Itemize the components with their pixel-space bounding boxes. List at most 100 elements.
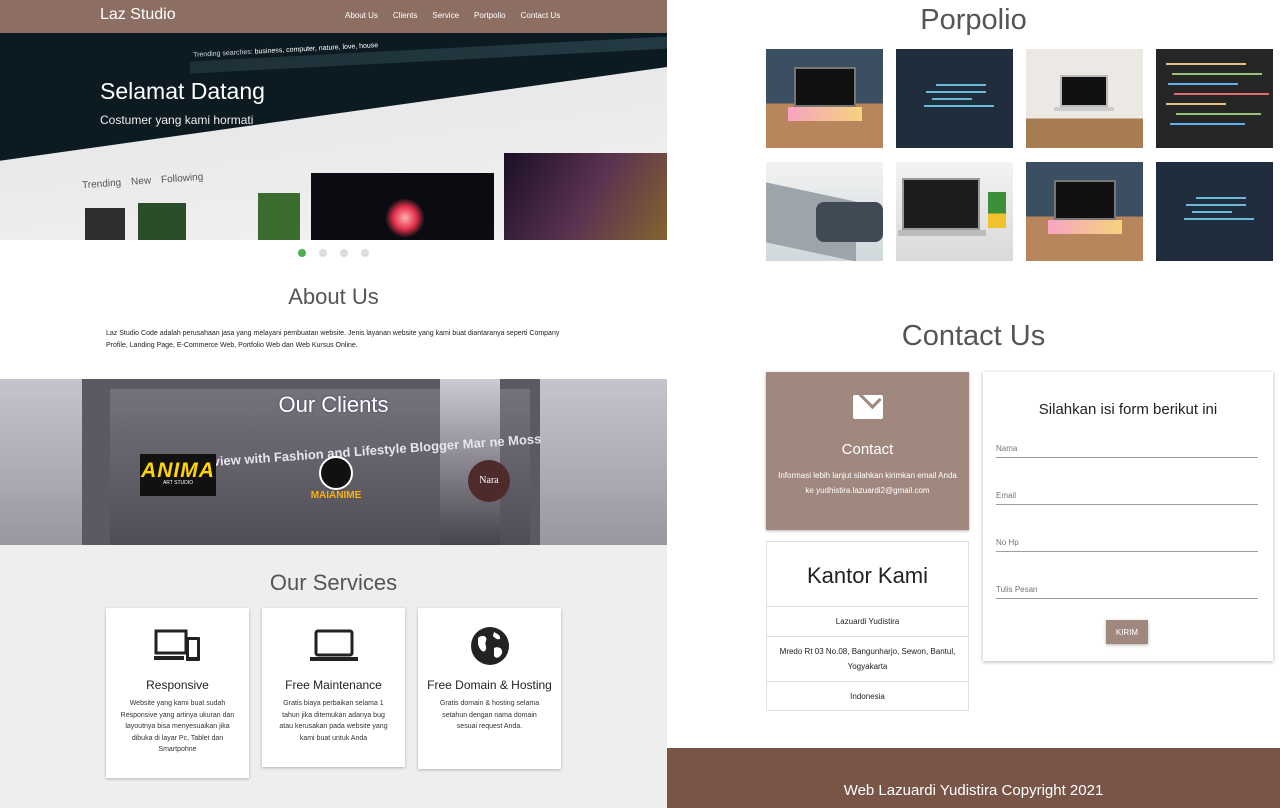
portfolio-image-7[interactable]: [1026, 162, 1143, 261]
portfolio-image-4[interactable]: [1156, 49, 1273, 148]
code-line: [924, 105, 994, 107]
about-text: Laz Studio Code adalah perusahaan jasa y…: [106, 330, 560, 349]
office-card: Kantor Kami Lazuardi Yudistira Mredo Rt …: [766, 541, 969, 711]
portfolio-image-8[interactable]: [1156, 162, 1273, 261]
portfolio-image-laptop: [1054, 180, 1116, 220]
portfolio-image-laptop-base: [1054, 107, 1114, 111]
portfolio-image-6[interactable]: [896, 162, 1013, 261]
mail-icon: [852, 395, 883, 419]
hero-trending-label: Trending searches:: [192, 48, 253, 59]
portfolio-image-plant: [988, 192, 1006, 228]
office-name: Lazuardi Yudistira: [767, 606, 968, 636]
message-field: [996, 579, 1258, 599]
service-card-free-domain-hosting: Free Domain & Hosting Gratis domain & ho…: [418, 608, 561, 769]
email-input[interactable]: [996, 491, 1258, 500]
name-input[interactable]: [996, 444, 1258, 453]
portfolio-grid: [766, 49, 1273, 261]
client-logo-maianime-text: MAIANIME: [310, 490, 362, 501]
portfolio-image-laptop-base: [898, 230, 986, 236]
code-line: [1186, 204, 1246, 206]
hero-thumb: [504, 153, 667, 240]
client-logo-anima: ANIMA ART STUDIO: [140, 454, 216, 496]
code-line: [1172, 73, 1262, 75]
portfolio-image-laptop: [902, 178, 980, 230]
services-section: Our Services Responsive Website yang kam…: [0, 545, 667, 808]
contact-card-title: Contact: [841, 441, 894, 458]
office-address: Mredo Rt 03 No.08, Bangunharjo, Sewon, B…: [767, 636, 968, 681]
portfolio-image-keyboard: [1048, 220, 1122, 234]
code-line: [1184, 218, 1254, 220]
code-line: [926, 91, 986, 93]
nav-links: About Us Clients Service Portpolio Conta…: [345, 11, 575, 20]
code-line: [936, 84, 986, 86]
firework-image: [385, 198, 425, 238]
navbar: Laz Studio About Us Clients Service Port…: [0, 0, 667, 33]
slider-dot-1[interactable]: [298, 249, 306, 257]
hero-thumb: [138, 203, 186, 240]
portfolio-image-laptop: [1060, 75, 1108, 107]
portfolio-image-5[interactable]: [766, 162, 883, 261]
office-title: Kantor Kami: [806, 563, 929, 588]
code-line: [1176, 113, 1261, 115]
nav-clients[interactable]: Clients: [393, 11, 417, 20]
page: Laz Studio About Us Clients Service Port…: [0, 0, 1280, 808]
portfolio-title: Porpolio: [920, 4, 1027, 36]
client-logo-nara: Nara: [468, 460, 510, 502]
nav-about-us[interactable]: About Us: [345, 11, 378, 20]
code-line: [1166, 63, 1246, 65]
code-line: [932, 98, 972, 100]
brand-logo[interactable]: Laz Studio: [100, 6, 176, 24]
portfolio-image-1[interactable]: [766, 49, 883, 148]
slider-dot-2[interactable]: [319, 249, 327, 257]
portfolio-image-2[interactable]: [896, 49, 1013, 148]
hero-subtitle: Costumer yang kami hormati: [100, 113, 254, 127]
service-card-responsive: Responsive Website yang kami buat sudah …: [106, 608, 249, 778]
portfolio-image-3[interactable]: [1026, 49, 1143, 148]
contact-form: Silahkan isi form berikut ini KIRIM: [983, 372, 1273, 661]
message-input[interactable]: [996, 585, 1258, 594]
clients-title: Our Clients: [278, 392, 389, 417]
services-title: Our Services: [269, 570, 398, 595]
code-line: [1174, 93, 1269, 95]
slider-dot-4[interactable]: [361, 249, 369, 257]
submit-button[interactable]: KIRIM: [1106, 620, 1148, 644]
phone-input[interactable]: [996, 538, 1258, 547]
service-text: Website yang kami buat sudah Responsive …: [120, 700, 235, 753]
left-panel: Laz Studio About Us Clients Service Port…: [0, 0, 667, 808]
slider-dot-3[interactable]: [340, 249, 348, 257]
portfolio-image-keyboard: [788, 107, 862, 121]
clients-section: erview with Fashion and Lifestyle Blogge…: [0, 379, 667, 545]
client-logo-maianime: MAIANIME: [308, 456, 364, 502]
phone-field: [996, 532, 1258, 552]
code-line: [1196, 197, 1246, 199]
service-text: Gratis biaya perbaikan selama 1 tahun ji…: [279, 700, 388, 742]
nav-contact-us[interactable]: Contact Us: [521, 11, 561, 20]
service-title: Free Domain & Hosting: [427, 678, 552, 692]
portfolio-image-laptop: [794, 67, 856, 107]
contact-card: Contact Informasi lebih lanjut silahkan …: [766, 372, 969, 530]
service-title: Free Maintenance: [285, 678, 382, 692]
footer: Web Lazuardi Yudistira Copyright 2021: [667, 748, 1280, 808]
nav-portpolio[interactable]: Portpolio: [474, 11, 506, 20]
hero-thumb: [258, 193, 300, 240]
portfolio-image-hands: [816, 202, 883, 242]
email-field: [996, 485, 1258, 505]
code-line: [1170, 123, 1245, 125]
code-line: [1192, 211, 1232, 213]
hero-tab-new: New: [130, 175, 152, 188]
right-panel: Porpolio Contact Us Contact Informasi le…: [667, 0, 1280, 808]
service-text: Gratis domain & hosting selama setahun d…: [439, 700, 540, 730]
code-line: [1166, 103, 1226, 105]
globe-icon: [466, 626, 514, 666]
about-title: About Us: [288, 284, 379, 309]
maianime-face-icon: [319, 456, 353, 490]
footer-text: Web Lazuardi Yudistira Copyright 2021: [843, 782, 1104, 799]
hero-slider[interactable]: Trending searches: business, computer, n…: [0, 33, 667, 240]
name-field: [996, 438, 1258, 458]
laptop-icon: [309, 626, 358, 666]
nav-service[interactable]: Service: [432, 11, 459, 20]
form-title: Silahkan isi form berikut ini: [1038, 401, 1218, 418]
service-title: Responsive: [146, 678, 209, 692]
contact-title: Contact Us: [901, 320, 1046, 352]
hero-title: Selamat Datang: [100, 78, 265, 104]
